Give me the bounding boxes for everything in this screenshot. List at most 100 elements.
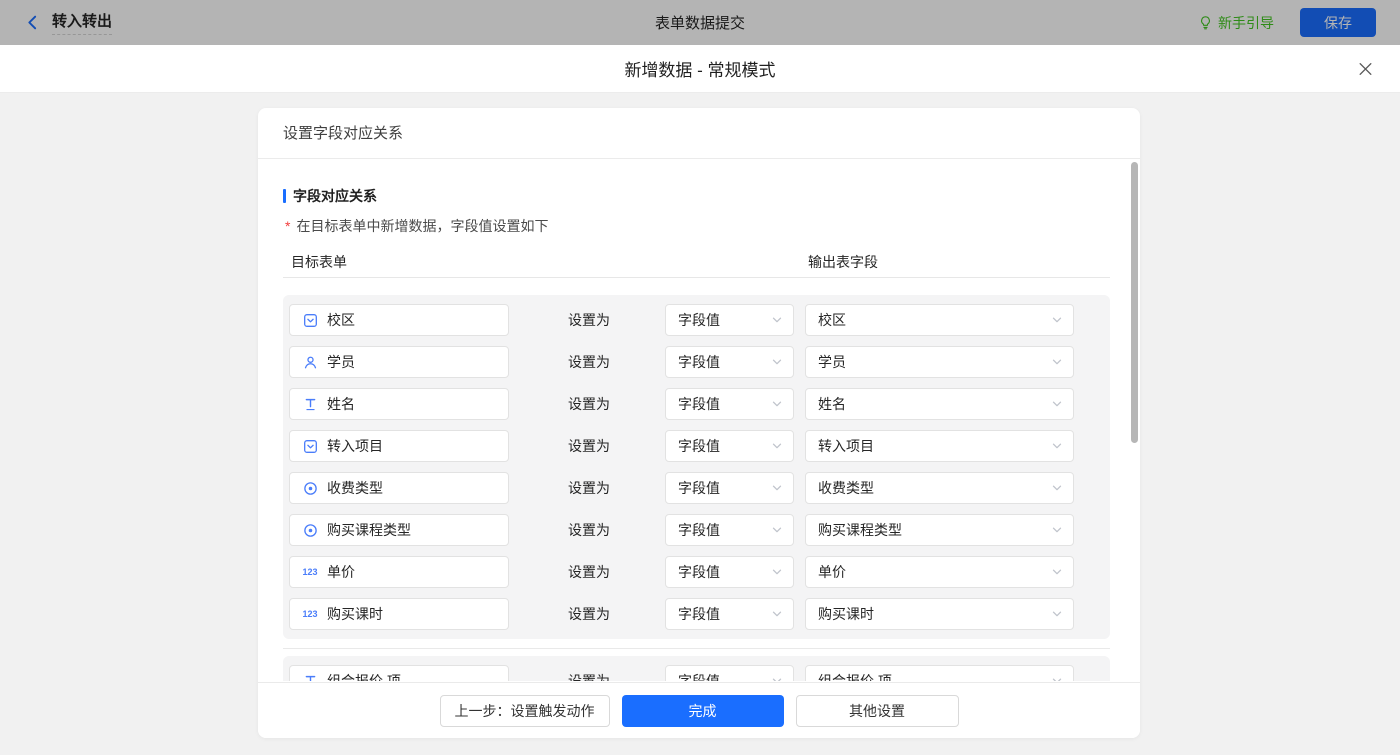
output-field-select[interactable]: 校区 xyxy=(805,304,1074,336)
chevron-down-icon xyxy=(771,608,783,620)
set-as-label: 设置为 xyxy=(568,310,612,330)
field-mapping-row: 校区 设置为 字段值 校区 xyxy=(283,299,1110,341)
value-type-selected: 字段值 xyxy=(678,604,720,624)
previous-step-button[interactable]: 上一步：设置触发动作 xyxy=(440,695,610,727)
text-field-icon xyxy=(302,674,318,682)
target-field-label: 学员 xyxy=(327,352,355,372)
target-field-box[interactable]: 收费类型 xyxy=(289,472,509,504)
user-icon xyxy=(302,355,318,370)
group-divider xyxy=(283,648,1110,649)
chevron-down-icon xyxy=(1051,314,1063,326)
set-as-label: 设置为 xyxy=(568,562,612,582)
chevron-down-icon xyxy=(771,314,783,326)
text-field-icon xyxy=(302,397,318,412)
output-field-selected: 姓名 xyxy=(818,394,846,414)
output-field-selected: 转入项目 xyxy=(818,436,874,456)
output-field-selected: 收费类型 xyxy=(818,478,874,498)
target-field-label: 购买课程类型 xyxy=(327,520,411,540)
target-field-label: 转入项目 xyxy=(327,436,383,456)
close-icon[interactable] xyxy=(1357,60,1374,77)
value-type-selected: 字段值 xyxy=(678,310,720,330)
target-field-box[interactable]: 123 购买课时 xyxy=(289,598,509,630)
target-field-box[interactable]: 123 单价 xyxy=(289,556,509,588)
chevron-down-icon xyxy=(1051,675,1063,681)
vertical-scrollbar-thumb[interactable] xyxy=(1131,162,1138,443)
value-type-selected: 字段值 xyxy=(678,520,720,540)
flow-title[interactable]: 转入转出 xyxy=(52,10,112,35)
beginner-guide-label: 新手引导 xyxy=(1218,13,1274,33)
required-note: * 在目标表单中新增数据，字段值设置如下 xyxy=(283,216,1110,236)
section-accent-bar xyxy=(283,189,286,203)
card-content: 字段对应关系 * 在目标表单中新增数据，字段值设置如下 目标表单 输出表字段 校… xyxy=(258,159,1140,681)
output-field-select[interactable]: 购买课时 xyxy=(805,598,1074,630)
value-type-select[interactable]: 字段值 xyxy=(665,388,794,420)
output-field-selected: 学员 xyxy=(818,352,846,372)
target-field-label: 收费类型 xyxy=(327,478,383,498)
output-field-select[interactable]: 姓名 xyxy=(805,388,1074,420)
target-field-label: 校区 xyxy=(327,310,355,330)
set-as-label: 设置为 xyxy=(568,520,612,540)
output-field-select[interactable]: 组合报价.项 xyxy=(805,665,1074,681)
value-type-select[interactable]: 字段值 xyxy=(665,472,794,504)
target-field-label: 单价 xyxy=(327,562,355,582)
back-icon[interactable] xyxy=(24,14,41,31)
other-settings-button[interactable]: 其他设置 xyxy=(796,695,959,727)
value-type-selected: 字段值 xyxy=(678,352,720,372)
chevron-down-icon xyxy=(771,482,783,494)
beginner-guide-link[interactable]: 新手引导 xyxy=(1198,13,1274,33)
save-button[interactable]: 保存 xyxy=(1300,8,1376,37)
card-footer: 上一步：设置触发动作 完成 其他设置 xyxy=(258,682,1140,738)
chevron-down-icon xyxy=(1051,608,1063,620)
value-type-selected: 字段值 xyxy=(678,671,720,681)
target-field-label: 组合报价.项 xyxy=(327,671,401,681)
field-mapping-row: 学员 设置为 字段值 学员 xyxy=(283,341,1110,383)
top-header-bar: 转入转出 表单数据提交 新手引导 保存 xyxy=(0,0,1400,45)
output-field-select[interactable]: 收费类型 xyxy=(805,472,1074,504)
value-type-select[interactable]: 字段值 xyxy=(665,304,794,336)
target-field-box[interactable]: 学员 xyxy=(289,346,509,378)
field-mapping-row: 转入项目 设置为 字段值 转入项目 xyxy=(283,425,1110,467)
value-type-select[interactable]: 字段值 xyxy=(665,598,794,630)
radio-field-icon xyxy=(302,481,318,496)
chevron-down-icon xyxy=(771,675,783,681)
header-divider xyxy=(283,277,1110,278)
modal-title: 新增数据 - 常规模式 xyxy=(624,56,775,81)
set-as-label: 设置为 xyxy=(568,604,612,624)
card-header: 设置字段对应关系 xyxy=(258,108,1140,159)
output-field-select[interactable]: 学员 xyxy=(805,346,1074,378)
field-mapping-row: 购买课程类型 设置为 字段值 购买课程类型 xyxy=(283,509,1110,551)
value-type-select[interactable]: 字段值 xyxy=(665,346,794,378)
target-field-box[interactable]: 姓名 xyxy=(289,388,509,420)
lightbulb-icon xyxy=(1198,15,1213,30)
chevron-down-icon xyxy=(1051,440,1063,452)
column-header-target-form: 目标表单 xyxy=(291,254,347,270)
section-title-label: 字段对应关系 xyxy=(293,186,377,206)
value-type-select[interactable]: 字段值 xyxy=(665,430,794,462)
target-field-label: 购买课时 xyxy=(327,604,383,624)
target-field-box[interactable]: 转入项目 xyxy=(289,430,509,462)
value-type-select[interactable]: 字段值 xyxy=(665,556,794,588)
output-field-selected: 组合报价.项 xyxy=(818,671,892,681)
target-field-box[interactable]: 购买课程类型 xyxy=(289,514,509,546)
value-type-select[interactable]: 字段值 xyxy=(665,514,794,546)
output-field-select[interactable]: 单价 xyxy=(805,556,1074,588)
done-button[interactable]: 完成 xyxy=(622,695,784,727)
chevron-down-icon xyxy=(771,398,783,410)
mapping-rows-panel-1: 校区 设置为 字段值 校区 学员 设置为 字段值 学员 xyxy=(283,295,1110,639)
radio-field-icon xyxy=(302,523,318,538)
chevron-down-icon xyxy=(771,524,783,536)
modal-body: 设置字段对应关系 字段对应关系 * 在目标表单中新增数据，字段值设置如下 目标表… xyxy=(0,93,1400,755)
output-field-selected: 购买课程类型 xyxy=(818,520,902,540)
value-type-select[interactable]: 字段值 xyxy=(665,665,794,681)
target-field-box[interactable]: 校区 xyxy=(289,304,509,336)
chevron-down-icon xyxy=(1051,566,1063,578)
column-header-output-field: 输出表字段 xyxy=(808,252,878,272)
target-field-box[interactable]: 组合报价.项 xyxy=(289,665,509,681)
output-field-select[interactable]: 购买课程类型 xyxy=(805,514,1074,546)
chevron-down-icon xyxy=(1051,356,1063,368)
select-field-icon xyxy=(302,313,318,328)
output-field-selected: 购买课时 xyxy=(818,604,874,624)
value-type-selected: 字段值 xyxy=(678,394,720,414)
field-mapping-row: 姓名 设置为 字段值 姓名 xyxy=(283,383,1110,425)
output-field-select[interactable]: 转入项目 xyxy=(805,430,1074,462)
